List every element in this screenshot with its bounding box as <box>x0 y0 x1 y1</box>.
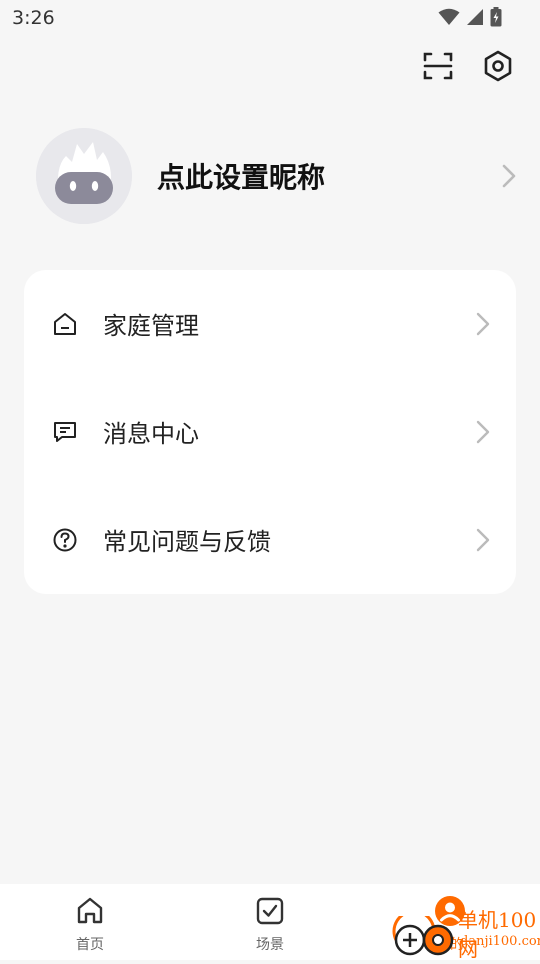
status-icons <box>438 7 502 31</box>
chevron-right-icon <box>476 420 490 448</box>
cell-signal-icon <box>466 8 484 30</box>
profile-row[interactable]: 点此设置昵称 <box>36 128 516 224</box>
home-icon <box>52 311 78 337</box>
nav-label: 首页 <box>76 937 104 953</box>
menu-item-faq-feedback[interactable]: 常见问题与反馈 <box>24 486 516 594</box>
wifi-icon <box>438 8 460 30</box>
scan-button[interactable] <box>422 52 454 84</box>
status-time: 3:26 <box>12 7 55 29</box>
settings-button[interactable] <box>482 50 514 86</box>
menu-item-label: 消息中心 <box>103 420 199 448</box>
status-bar: 3:26 <box>0 0 540 36</box>
chevron-right-icon <box>476 528 490 556</box>
top-actions <box>422 50 514 86</box>
nav-label: 场景 <box>256 937 284 953</box>
menu-item-message-center[interactable]: 消息中心 <box>24 378 516 486</box>
scan-icon <box>423 51 453 85</box>
scene-check-icon <box>255 896 285 926</box>
watermark-text: 单机100网 <box>458 908 537 961</box>
home-icon <box>75 896 105 926</box>
menu-item-family-management[interactable]: 家庭管理 <box>24 270 516 378</box>
nav-item-home[interactable]: 首页 <box>40 896 140 956</box>
menu-item-label: 家庭管理 <box>103 312 199 340</box>
message-icon <box>52 419 78 445</box>
chevron-right-icon <box>502 164 516 192</box>
battery-charging-icon <box>490 7 502 31</box>
nickname-label: 点此设置昵称 <box>157 161 326 194</box>
robot-avatar-icon <box>36 128 132 224</box>
menu-card: 家庭管理 消息中心 常见问题与反馈 <box>24 270 516 594</box>
watermark-logo-icon <box>392 909 458 964</box>
chevron-right-icon <box>476 312 490 340</box>
watermark: 单机100网 danji100.com <box>390 900 540 961</box>
avatar[interactable] <box>36 128 132 224</box>
nav-item-scene[interactable]: 场景 <box>220 896 320 956</box>
watermark-url: danji100.com <box>460 934 540 949</box>
help-circle-icon <box>52 527 78 553</box>
menu-item-label: 常见问题与反馈 <box>103 528 271 556</box>
settings-gear-icon <box>483 50 513 86</box>
